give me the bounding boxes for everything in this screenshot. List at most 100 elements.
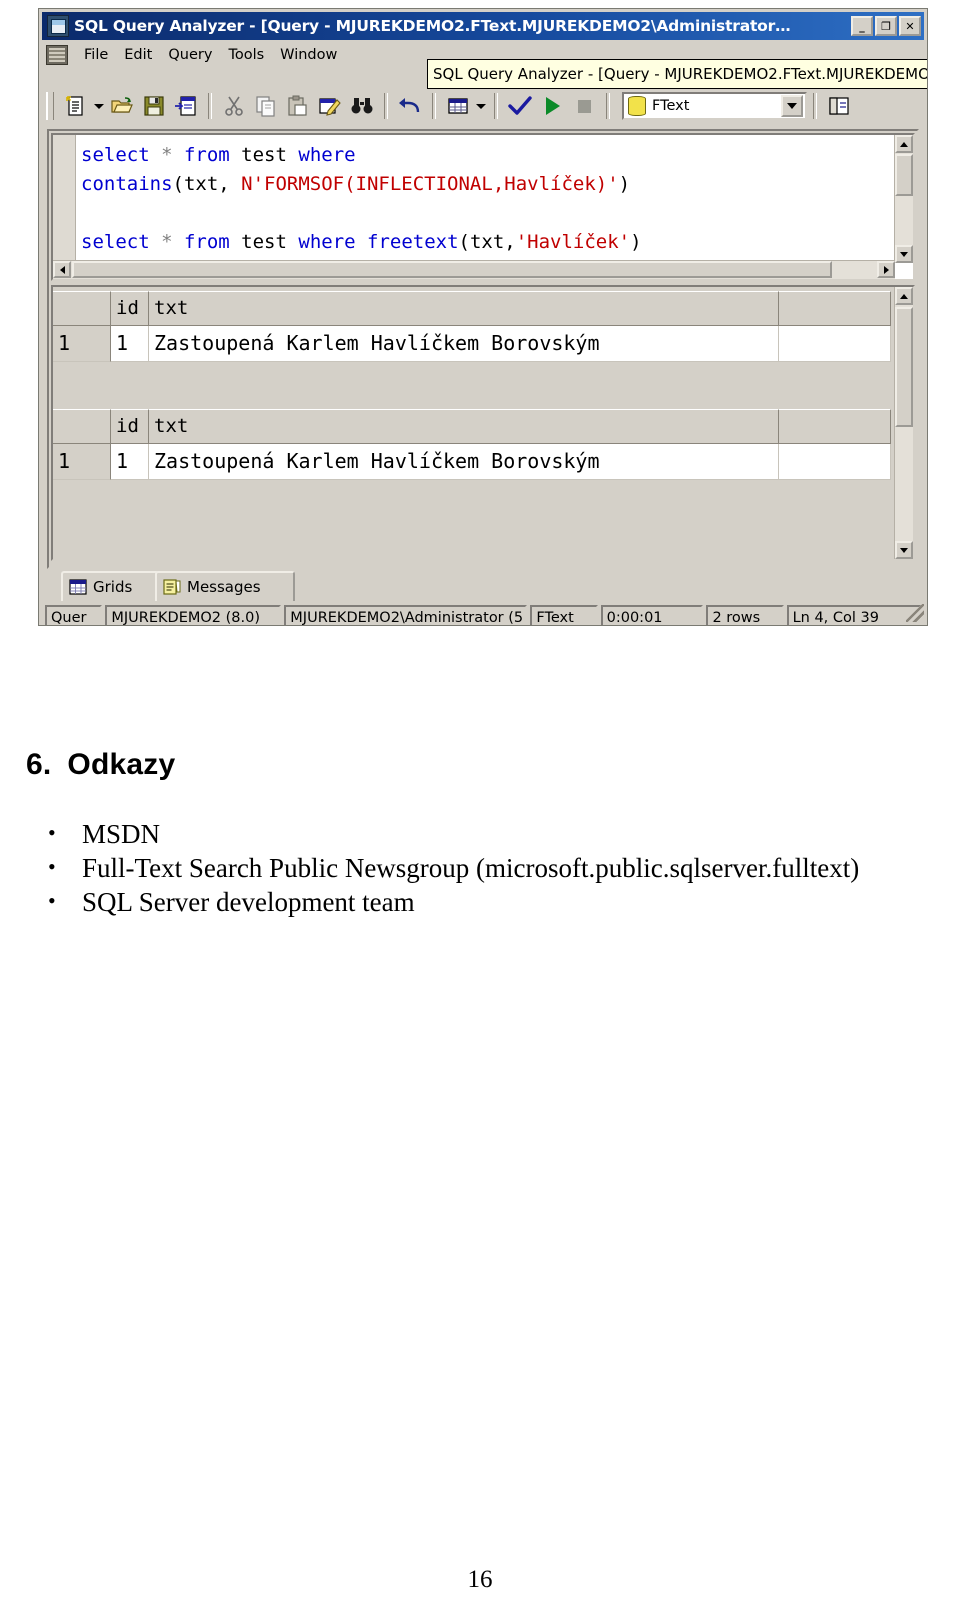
window-controls: _ ❐ ✕ <box>851 16 922 36</box>
grid-header-cell[interactable] <box>779 409 891 443</box>
scroll-down-icon[interactable] <box>895 245 913 263</box>
tab-messages-label: Messages <box>187 578 261 596</box>
open-file-icon[interactable] <box>106 91 138 121</box>
menu-item-tools[interactable]: Tools <box>221 45 273 65</box>
scroll-left-icon[interactable] <box>53 261 71 278</box>
grid-cell-txt[interactable]: Zastoupená Karlem Havlíčkem Borovským <box>149 326 779 362</box>
result-grid-1: id txt 1 1 Zastoupená Karlem Havlíčkem B… <box>53 291 891 362</box>
editor-horizontal-scrollbar[interactable] <box>53 260 895 279</box>
tab-grids[interactable]: Grids <box>61 571 159 601</box>
code-token: test <box>241 231 299 253</box>
scroll-up-icon[interactable] <box>895 287 913 305</box>
scroll-thumb[interactable] <box>895 154 913 196</box>
scroll-down-icon[interactable] <box>895 541 913 559</box>
grid-header-row: id txt <box>53 291 891 326</box>
result-grid-2: id txt 1 1 Zastoupená Karlem Havlíčkem B… <box>53 409 891 480</box>
maximize-button[interactable]: ❐ <box>875 16 897 36</box>
code-token: ) <box>618 173 631 195</box>
database-combo[interactable]: FText <box>622 92 807 120</box>
window-tooltip: SQL Query Analyzer - [Query - MJUREKDEMO… <box>427 59 927 89</box>
list-item: MSDN <box>26 817 926 850</box>
grid-header-cell[interactable]: id <box>111 291 149 325</box>
toolbar-grip[interactable] <box>46 92 54 120</box>
menu-item-query[interactable]: Query <box>161 45 221 65</box>
database-icon <box>628 96 646 116</box>
scroll-thumb-horizontal[interactable] <box>72 261 832 278</box>
status-cell-rows: 2 rows <box>706 605 784 625</box>
grid-row-number[interactable]: 1 <box>53 326 111 362</box>
code-token: where <box>298 231 368 253</box>
table-row[interactable]: 1 1 Zastoupená Karlem Havlíčkem Borovský… <box>53 326 891 362</box>
scroll-right-icon[interactable] <box>877 261 895 278</box>
new-query-icon[interactable] <box>60 91 92 121</box>
resize-grip[interactable] <box>906 604 924 622</box>
status-cell-user: MJUREKDEMO2\Administrator (5 <box>284 605 528 625</box>
status-cell-query: Quer <box>45 605 103 625</box>
results-grid-icon[interactable] <box>442 91 474 121</box>
close-icon: ✕ <box>905 19 915 33</box>
window-title: SQL Query Analyzer - [Query - MJUREKDEMO… <box>74 17 791 35</box>
code-token: freetext <box>367 231 459 253</box>
grid-cell-id[interactable]: 1 <box>111 326 149 362</box>
scroll-up-icon[interactable] <box>895 135 913 153</box>
database-combo-value: FText <box>652 98 690 114</box>
close-button[interactable]: ✕ <box>899 16 921 36</box>
minimize-icon: _ <box>859 20 865 33</box>
minimize-button[interactable]: _ <box>851 16 873 36</box>
grid-cell-pad[interactable] <box>779 444 891 480</box>
document-window-icon[interactable] <box>46 45 68 65</box>
scroll-thumb[interactable] <box>895 307 913 427</box>
window-titlebar: SQL Query Analyzer - [Query - MJUREKDEMO… <box>42 12 924 40</box>
insert-template-icon[interactable] <box>170 91 202 121</box>
query-editor-pane[interactable]: select * from test where contains(txt, N… <box>51 133 915 281</box>
results-vertical-scrollbar[interactable] <box>894 287 913 559</box>
undo-icon[interactable] <box>394 91 426 121</box>
toolbar-separator-3 <box>432 93 436 119</box>
clear-window-icon[interactable] <box>314 91 346 121</box>
find-icon[interactable] <box>346 91 378 121</box>
results-pane[interactable]: id txt 1 1 Zastoupená Karlem Havlíčkem B… <box>51 285 915 561</box>
toolbar-separator-4 <box>494 93 498 119</box>
grid-header-cell[interactable] <box>53 409 111 443</box>
chevron-down-icon[interactable] <box>781 95 803 117</box>
editor-gutter <box>53 135 76 279</box>
grid-header-cell[interactable] <box>53 291 111 325</box>
results-tabstrip: Grids Messages <box>47 569 919 603</box>
sql-query-analyzer-icon <box>47 15 69 37</box>
grid-header-cell[interactable]: txt <box>149 291 779 325</box>
grid-header-cell[interactable]: id <box>111 409 149 443</box>
grid-cell-pad[interactable] <box>779 326 891 362</box>
grid-icon <box>69 579 87 595</box>
grid-header-cell[interactable]: txt <box>149 409 779 443</box>
copy-icon[interactable] <box>250 91 282 121</box>
list-item: Full-Text Search Public Newsgroup (micro… <box>26 851 926 884</box>
code-token: N'FORMSOF(INFLECTIONAL,Havlíček)' <box>241 173 619 195</box>
grid-cell-id[interactable]: 1 <box>111 444 149 480</box>
object-browser-icon[interactable] <box>823 91 855 121</box>
grid-header-cell[interactable] <box>779 291 891 325</box>
stop-icon[interactable] <box>568 91 600 121</box>
page-number: 16 <box>467 1566 493 1593</box>
tab-messages[interactable]: Messages <box>155 571 295 601</box>
menu-item-window[interactable]: Window <box>273 45 346 65</box>
parse-check-icon[interactable] <box>504 91 536 121</box>
grid-cell-txt[interactable]: Zastoupená Karlem Havlíčkem Borovským <box>149 444 779 480</box>
cut-icon[interactable] <box>218 91 250 121</box>
grid-row-number[interactable]: 1 <box>53 444 111 480</box>
sql-code[interactable]: select * from test where contains(txt, N… <box>81 141 893 257</box>
toolbar-separator <box>208 93 212 119</box>
results-dropdown-icon[interactable] <box>474 91 488 121</box>
list-item: SQL Server development team <box>26 885 926 918</box>
mdi-client-area: select * from test where contains(txt, N… <box>47 129 919 569</box>
save-icon[interactable] <box>138 91 170 121</box>
code-token: where <box>298 144 356 166</box>
table-row[interactable]: 1 1 Zastoupená Karlem Havlíčkem Borovský… <box>53 444 891 480</box>
new-query-dropdown-icon[interactable] <box>92 91 106 121</box>
sql-query-analyzer-screenshot: SQL Query Analyzer - [Query - MJUREKDEMO… <box>38 8 928 626</box>
editor-vertical-scrollbar[interactable] <box>894 135 913 263</box>
menu-item-file[interactable]: File <box>77 45 117 65</box>
menu-item-edit[interactable]: Edit <box>117 45 161 65</box>
code-token: * <box>161 144 184 166</box>
paste-icon[interactable] <box>282 91 314 121</box>
execute-play-icon[interactable] <box>536 91 568 121</box>
